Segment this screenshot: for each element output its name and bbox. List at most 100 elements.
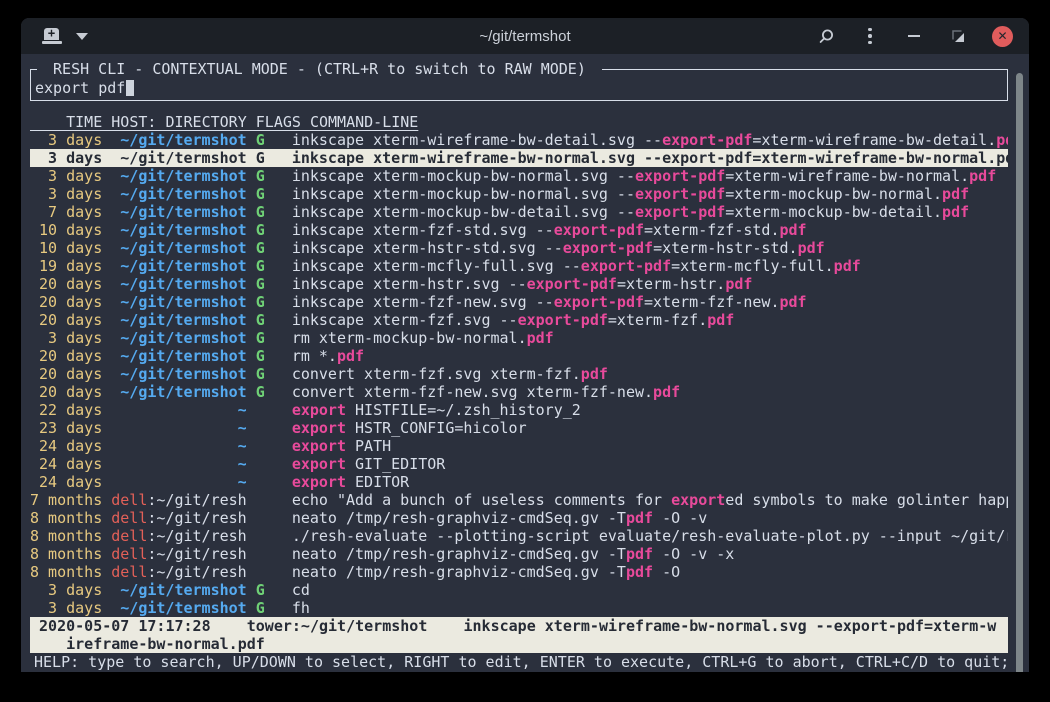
row-command: inkscape xterm-mockup-bw-normal.svg --ex… <box>292 167 1008 185</box>
row-time: 10 days <box>30 221 102 239</box>
row-directory: ~/git/termshot <box>111 311 246 329</box>
help-bar: HELP: type to search, UP/DOWN to select,… <box>21 653 1029 671</box>
search-input[interactable]: export pdf <box>35 79 134 97</box>
minimize-icon <box>908 35 920 37</box>
history-row[interactable]: 3 days~/git/termshotGrm xterm-mockup-bw-… <box>30 329 1008 347</box>
minimize-button[interactable] <box>904 26 924 46</box>
status-bar: 2020-05-07 17:17:28 tower:~/git/termshot… <box>30 617 1008 653</box>
row-directory: ~/git/termshot <box>111 203 246 221</box>
history-row[interactable]: 24 days~export PATH <box>30 437 1008 455</box>
new-tab-button[interactable]: + <box>42 28 62 45</box>
history-row[interactable]: 7 monthsdell:~/git/reshecho "Add a bunch… <box>30 491 1008 509</box>
history-row[interactable]: 20 days ~/git/termshot Gconvert xterm-fzf-… <box>30 383 1008 401</box>
row-command: export EDITOR <box>292 473 1008 491</box>
row-directory: ~ <box>111 473 246 491</box>
row-directory: dell:~/git/resh <box>111 491 246 509</box>
history-row[interactable]: 8 monthsdell:~/git/reshneato /tmp/resh-g… <box>30 563 1008 581</box>
search-query-text: export pdf <box>35 79 125 97</box>
table-header-text: TIME HOST: DIRECTORY FLAGS COMMAND-LINE <box>30 113 418 131</box>
row-directory: ~ <box>111 437 246 455</box>
row-time: 3 days <box>30 329 102 347</box>
row-command: inkscape xterm-wireframe-bw-detail.svg -… <box>292 131 1008 149</box>
row-command: neato /tmp/resh-graphviz-cmdSeq.gv -Tpdf… <box>292 509 1008 527</box>
row-directory: ~/git/termshot <box>111 275 246 293</box>
row-command: export GIT_EDITOR <box>292 455 1008 473</box>
row-time: 3 days <box>30 131 102 149</box>
history-row[interactable]: 3 days~/git/termshotGcd <box>30 581 1008 599</box>
scrollbar[interactable] <box>1016 73 1023 672</box>
history-row[interactable]: 3 days~/git/termshotGinkscape xterm-wire… <box>30 149 1008 167</box>
row-time: 8 months <box>30 545 102 563</box>
row-directory: ~/git/termshot <box>111 329 246 347</box>
row-time: 19 days <box>30 257 102 275</box>
search-panel: RESH CLI - CONTEXTUAL MODE - (CTRL+R to … <box>30 69 1008 101</box>
history-row[interactable]: 3 days~/git/termshotGinkscape xterm-mock… <box>30 167 1008 185</box>
row-flags: G <box>256 239 265 257</box>
status-line-2: ireframe-bw-normal.pdf <box>30 635 1008 653</box>
restore-button[interactable] <box>948 26 968 46</box>
row-flags: G <box>256 599 265 617</box>
history-row[interactable]: 20 days~/git/termshotGinkscape xterm-hst… <box>30 275 1008 293</box>
history-row[interactable]: 22 days~export HISTFILE=~/.zsh_history_2 <box>30 401 1008 419</box>
row-command: inkscape xterm-mcfly-full.svg --export-p… <box>292 257 1008 275</box>
row-time: 20 days <box>30 293 102 311</box>
row-flags: G <box>256 383 265 401</box>
row-flags: G <box>256 221 265 239</box>
row-flags: G <box>256 347 265 365</box>
row-flags: G <box>256 131 265 149</box>
table-header: TIME HOST: DIRECTORY FLAGS COMMAND-LINE <box>30 113 1008 131</box>
row-directory: dell:~/git/resh <box>111 509 246 527</box>
plus-icon: + <box>44 26 59 38</box>
history-row[interactable]: 3 days~/git/termshotGinkscape xterm-wire… <box>30 131 1008 149</box>
row-time: 10 days <box>30 239 102 257</box>
text-cursor <box>126 80 134 96</box>
close-button[interactable]: ✕ <box>992 26 1013 47</box>
row-command: inkscape xterm-mockup-bw-normal.svg --ex… <box>292 185 1008 203</box>
row-directory: ~ <box>111 455 246 473</box>
history-row[interactable]: 20 days~/git/termshotGinkscape xterm-fzf… <box>30 311 1008 329</box>
status-line-1: 2020-05-07 17:17:28 tower:~/git/termshot… <box>30 617 1008 635</box>
row-directory: ~/git/termshot <box>111 257 246 275</box>
history-row[interactable]: 19 days~/git/termshotGinkscape xterm-mcf… <box>30 257 1008 275</box>
history-row[interactable]: 8 monthsdell:~/git/reshneato /tmp/resh-g… <box>30 545 1008 563</box>
history-row[interactable]: 20 days~/git/termshotGconvert xterm-fzf.… <box>30 365 1008 383</box>
row-time: 24 days <box>30 437 102 455</box>
history-row[interactable]: 10 days~/git/termshotGinkscape xterm-fzf… <box>30 221 1008 239</box>
search-button[interactable] <box>816 26 836 46</box>
restore-icon <box>952 30 965 43</box>
row-command: inkscape xterm-fzf.svg --export-pdf=xter… <box>292 311 1008 329</box>
history-row[interactable]: 24 days ~ export EDITOR <box>30 473 1008 491</box>
row-time: 3 days <box>30 185 102 203</box>
row-time: 24 days <box>30 455 102 473</box>
history-row[interactable]: 20 days~/git/termshotGinkscape xterm-fzf… <box>30 293 1008 311</box>
row-directory: ~/git/termshot <box>111 383 246 401</box>
history-row[interactable]: 20 days~/git/termshotGrm *.pdf <box>30 347 1008 365</box>
history-row[interactable]: 7 days~/git/termshotGinkscape xterm-mock… <box>30 203 1008 221</box>
row-command: convert xterm-fzf-new.svg xterm-fzf-new.… <box>292 383 1008 401</box>
tab-dropdown-button[interactable] <box>76 33 88 40</box>
history-row[interactable]: 8 monthsdell:~/git/resh./resh-evaluate -… <box>30 527 1008 545</box>
terminal-content: RESH CLI - CONTEXTUAL MODE - (CTRL+R to … <box>21 69 1029 672</box>
row-command: fh <box>292 599 1008 617</box>
row-directory: ~/git/termshot <box>111 167 246 185</box>
terminal-window: + ~/git/termshot <box>21 18 1029 672</box>
history-row[interactable]: 24 days ~ export GIT_EDITOR <box>30 455 1008 473</box>
history-row[interactable]: 8 monthsdell:~/git/reshneato /tmp/resh-g… <box>30 509 1008 527</box>
history-row[interactable]: 23 days~export HSTR_CONFIG=hicolor <box>30 419 1008 437</box>
history-row[interactable]: 3 days~/git/termshotGfh <box>30 599 1008 617</box>
history-row[interactable]: 3 days~/git/termshotGinkscape xterm-mock… <box>30 185 1008 203</box>
row-command: neato /tmp/resh-graphviz-cmdSeq.gv -Tpdf… <box>292 545 1008 563</box>
row-directory: ~ <box>111 401 246 419</box>
menu-button[interactable] <box>860 26 880 46</box>
row-directory: ~/git/termshot <box>111 149 246 167</box>
row-time: 7 days <box>30 203 102 221</box>
row-directory: ~/git/termshot <box>111 185 246 203</box>
row-command: rm *.pdf <box>292 347 1008 365</box>
row-time: 3 days <box>30 581 102 599</box>
history-row[interactable]: 10 days~/git/termshotGinkscape xterm-hst… <box>30 239 1008 257</box>
row-time: 20 days <box>30 383 102 401</box>
row-flags: G <box>256 149 265 167</box>
row-flags: G <box>256 293 265 311</box>
row-command: inkscape xterm-fzf-new.svg --export-pdf=… <box>292 293 1008 311</box>
row-time: 24 days <box>30 473 102 491</box>
